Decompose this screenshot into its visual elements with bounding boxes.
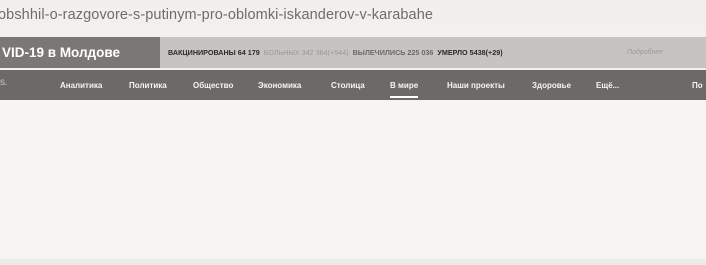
stat-recovered: ВЫЛЕЧИЛИСЬ 225 036	[352, 48, 434, 57]
nav-item-label: Экономика	[258, 80, 302, 90]
bottom-divider	[0, 259, 706, 265]
stat-sick: БОЛЬНЫХ 342 364(+544)	[263, 48, 349, 57]
nav-item-health[interactable]: Здоровье	[532, 70, 571, 100]
nav-item-world[interactable]: В мире	[390, 70, 419, 100]
nav-item-capital[interactable]: Столица	[331, 70, 365, 100]
nav-item-label: Здоровье	[532, 80, 572, 90]
nav-item-label: Столица	[331, 80, 365, 90]
nav-item-label: Аналитика	[60, 80, 103, 90]
nav-item-analytics[interactable]: Аналитика	[60, 70, 102, 100]
stat-deaths: УМЕРЛО 5438(+29)	[437, 48, 503, 57]
nav-item-label: Политика	[129, 80, 167, 90]
nav-item-search[interactable]: По	[692, 70, 703, 100]
covid-info-bar: VID-19 в Молдове ВАКЦИНИРОВАНЫ 64 179 БО…	[0, 37, 706, 68]
nav-item-society[interactable]: Общество	[193, 70, 233, 100]
nav-item-economy[interactable]: Экономика	[258, 70, 301, 100]
nav-item-label: В мире	[390, 80, 419, 90]
address-bar[interactable]: obshhil-o-razgovore-s-putinym-pro-oblomk…	[0, 0, 706, 30]
covid-stats: ВАКЦИНИРОВАНЫ 64 179 БОЛЬНЫХ 342 364(+54…	[160, 48, 507, 57]
page-content	[0, 100, 706, 260]
url-text[interactable]: obshhil-o-razgovore-s-putinym-pro-oblomk…	[0, 7, 433, 23]
nav-item-politics[interactable]: Политика	[129, 70, 167, 100]
nav-item-label: Общество	[193, 80, 234, 90]
nav-item-label: Наши проекты	[447, 80, 505, 90]
nav-item-our-projects[interactable]: Наши проекты	[447, 70, 505, 100]
covid-more-link[interactable]: Подробнее	[627, 37, 663, 68]
site-logo[interactable]: s.	[0, 77, 7, 88]
nav-item-more[interactable]: Ещё...	[596, 70, 619, 100]
main-nav: s. Аналитика Политика Общество Экономика…	[0, 70, 706, 100]
nav-item-label: Ещё...	[596, 80, 620, 90]
nav-item-label: По	[692, 80, 703, 90]
active-tab-indicator	[390, 96, 419, 98]
stat-vaccinated: ВАКЦИНИРОВАНЫ 64 179	[168, 48, 260, 57]
covid-title[interactable]: VID-19 в Молдове	[0, 37, 160, 68]
